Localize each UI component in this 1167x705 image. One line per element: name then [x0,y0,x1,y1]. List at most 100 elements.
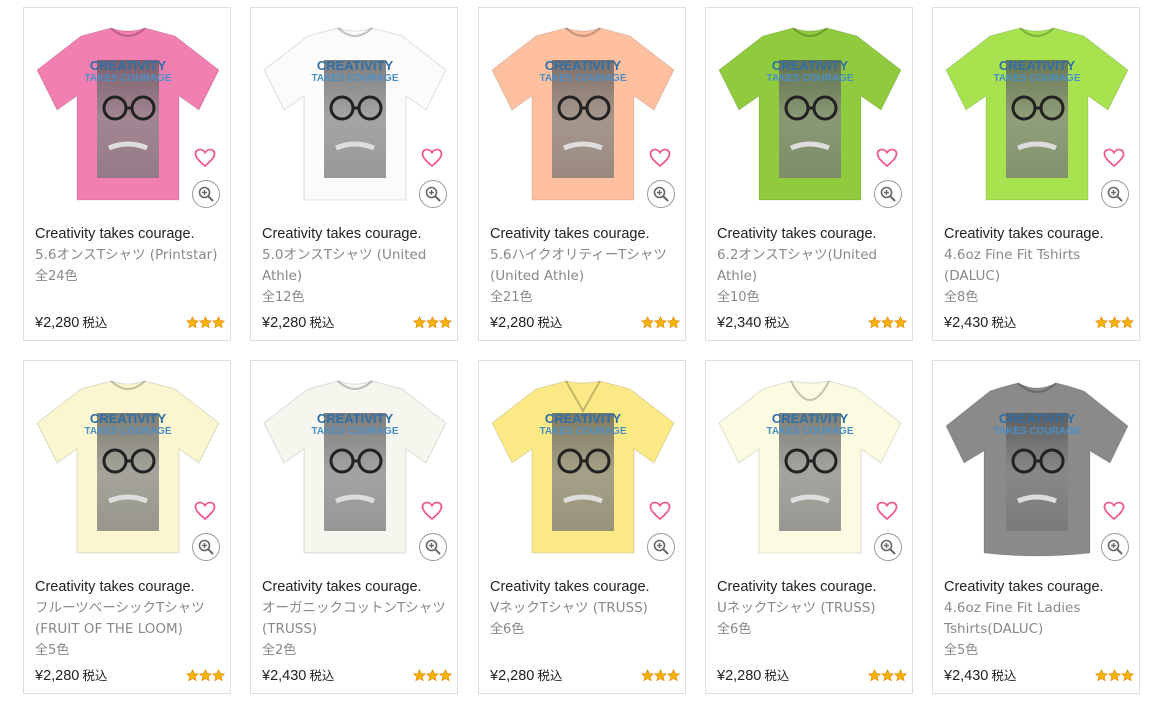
product-model: フルーツベーシックTシャツ (FRUIT OF THE LOOM) [35,600,205,637]
product-card[interactable]: CREATIVITY TAKES COURAGE Creativity take… [478,7,686,341]
price: ¥2,430 [944,315,989,331]
product-title[interactable]: Creativity takes courage. [490,577,680,598]
product-image[interactable]: CREATIVITY TAKES COURAGE [256,18,454,208]
heart-outline-icon[interactable] [421,501,443,521]
tax-label: 税込 [537,315,563,330]
print-subheadline: TAKES COURAGE [993,426,1080,437]
star-icon [1107,667,1122,686]
star-icon [211,667,226,686]
price: ¥2,430 [262,668,307,684]
heart-outline-icon[interactable] [194,148,216,168]
print-headline: CREATIVITY [545,411,622,426]
heart-outline-icon[interactable] [649,501,671,521]
heart-outline-icon[interactable] [649,148,671,168]
price-row: ¥2,340 税込 [717,312,908,333]
price-row: ¥2,280 税込 [490,665,681,684]
product-model: 4.6oz Fine Fit Ladies Tshirts(DALUC) [944,600,1081,637]
product-image[interactable]: CREATIVITY TAKES COURAGE [29,18,227,208]
print-graphic: CREATIVITY TAKES COURAGE [539,58,627,178]
zoom-button[interactable] [647,180,675,208]
product-info: Creativity takes courage. 4.6oz Fine Fit… [944,224,1134,308]
heart-outline-icon[interactable] [876,148,898,168]
color-count: 全6色 [717,622,752,637]
zoom-button[interactable] [874,533,902,561]
product-title[interactable]: Creativity takes courage. [262,577,452,598]
product-image[interactable]: CREATIVITY TAKES COURAGE [938,18,1136,208]
product-card[interactable]: CREATIVITY TAKES COURAGE Creativity take… [705,360,913,694]
product-image[interactable]: CREATIVITY TAKES COURAGE [711,371,909,561]
product-image[interactable]: CREATIVITY TAKES COURAGE [256,371,454,561]
product-image[interactable]: CREATIVITY TAKES COURAGE [484,371,682,561]
product-model: 4.6oz Fine Fit Tshirts (DALUC) [944,247,1081,284]
print-graphic: CREATIVITY TAKES COURAGE [311,58,399,178]
product-card[interactable]: CREATIVITY TAKES COURAGE Creativity take… [705,7,913,341]
product-title[interactable]: Creativity takes courage. [35,224,225,245]
product-model: オーガニックコットンTシャツ (TRUSS) [262,600,446,637]
star-icon [412,314,427,333]
star-icon [1107,314,1122,333]
zoom-button[interactable] [192,533,220,561]
star-icon [185,314,200,333]
tax-label: 税込 [764,315,790,330]
zoom-button[interactable] [1101,533,1129,561]
zoom-button[interactable] [192,180,220,208]
heart-outline-icon[interactable] [421,148,443,168]
price-row: ¥2,280 税込 [490,312,681,333]
zoom-button[interactable] [874,180,902,208]
print-graphic: CREATIVITY TAKES COURAGE [766,58,854,178]
tax-label: 税込 [309,668,335,683]
product-info: Creativity takes courage. UネックTシャツ (TRUS… [717,577,907,640]
product-title[interactable]: Creativity takes courage. [35,577,225,598]
product-model: 5.6オンスTシャツ (Printstar) [35,247,218,263]
color-count: 全6色 [490,622,525,637]
tax-label: 税込 [991,668,1017,683]
product-title[interactable]: Creativity takes courage. [262,224,452,245]
print-headline: CREATIVITY [90,411,167,426]
product-card[interactable]: CREATIVITY TAKES COURAGE Creativity take… [23,7,231,341]
product-image[interactable]: CREATIVITY TAKES COURAGE [484,18,682,208]
zoom-button[interactable] [1101,180,1129,208]
product-card[interactable]: CREATIVITY TAKES COURAGE Creativity take… [250,360,458,694]
rating-stars [1094,667,1135,686]
product-card[interactable]: CREATIVITY TAKES COURAGE Creativity take… [478,360,686,694]
rating-stars [1094,314,1135,333]
print-subheadline: TAKES COURAGE [539,73,626,84]
zoom-button[interactable] [647,533,675,561]
product-info: Creativity takes courage. 5.0オンスTシャツ (Un… [262,224,452,308]
product-title[interactable]: Creativity takes courage. [944,224,1134,245]
zoom-button[interactable] [419,533,447,561]
star-icon [425,314,440,333]
print-subheadline: TAKES COURAGE [84,426,171,437]
product-info: Creativity takes courage. 5.6ハイクオリティーTシャ… [490,224,680,308]
product-title[interactable]: Creativity takes courage. [717,224,907,245]
star-icon [640,314,655,333]
product-card[interactable]: CREATIVITY TAKES COURAGE Creativity take… [23,360,231,694]
product-title[interactable]: Creativity takes courage. [717,577,907,598]
print-headline: CREATIVITY [317,58,394,73]
product-card[interactable]: CREATIVITY TAKES COURAGE Creativity take… [250,7,458,341]
rating-stars [412,314,453,333]
print-headline: CREATIVITY [772,411,849,426]
zoom-button[interactable] [419,180,447,208]
star-icon [666,314,681,333]
price: ¥2,280 [35,668,80,684]
heart-outline-icon[interactable] [1103,148,1125,168]
product-title[interactable]: Creativity takes courage. [944,577,1134,598]
star-icon [893,314,908,333]
print-headline: CREATIVITY [317,411,394,426]
product-card[interactable]: CREATIVITY TAKES COURAGE Creativity take… [932,7,1140,341]
product-info: Creativity takes courage. VネックTシャツ (TRUS… [490,577,680,640]
product-card[interactable]: CREATIVITY TAKES COURAGE Creativity take… [932,360,1140,694]
print-graphic: CREATIVITY TAKES COURAGE [993,58,1081,178]
heart-outline-icon[interactable] [876,501,898,521]
product-image[interactable]: CREATIVITY TAKES COURAGE [938,371,1136,561]
heart-outline-icon[interactable] [1103,501,1125,521]
print-subheadline: TAKES COURAGE [311,426,398,437]
heart-outline-icon[interactable] [194,501,216,521]
product-title[interactable]: Creativity takes courage. [490,224,680,245]
product-info: Creativity takes courage. フルーツベーシックTシャツ … [35,577,225,661]
product-image[interactable]: CREATIVITY TAKES COURAGE [711,18,909,208]
color-count: 全8色 [944,290,979,305]
product-image[interactable]: CREATIVITY TAKES COURAGE [29,371,227,561]
print-headline: CREATIVITY [999,411,1076,426]
